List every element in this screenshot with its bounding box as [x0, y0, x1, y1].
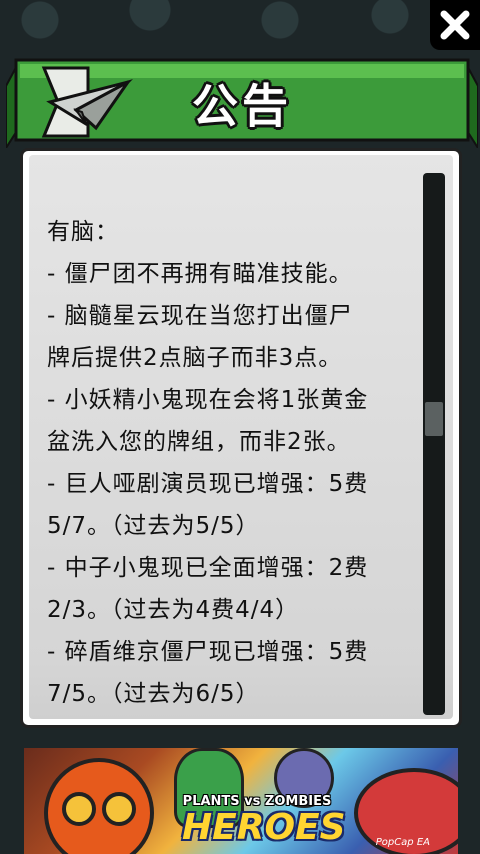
- announcement-line: - 中子小鬼现已全面增强：2费: [47, 555, 369, 581]
- ad-logo: PLANTS vs ZOMBIES HEROES: [182, 794, 346, 848]
- announcement-text: 有脑： - 僵尸团不再拥有瞄准技能。 - 脑髓星云现在当您打出僵尸 牌后提供2点…: [47, 211, 417, 715]
- announcement-line: 2/3。（过去为4费4/4）: [47, 597, 300, 623]
- scrollbar[interactable]: [423, 173, 445, 715]
- announcement-panel: 有脑： - 僵尸团不再拥有瞄准技能。 - 脑髓星云现在当您打出僵尸 牌后提供2点…: [20, 148, 462, 728]
- dialog-title: 公告: [192, 79, 292, 133]
- close-button[interactable]: [430, 0, 480, 50]
- ad-publisher: PopCap EA: [375, 837, 430, 848]
- announcement-line: - 僵尸团不再拥有瞄准技能。: [47, 261, 353, 287]
- close-icon: [440, 10, 470, 40]
- ad-goggle-left: [62, 792, 96, 826]
- ad-character-art: [44, 758, 154, 854]
- ad-goggle-right: [102, 792, 136, 826]
- announcement-line: 7/5。（过去为6/5）: [47, 681, 260, 707]
- announcement-line: 有脑：: [47, 219, 119, 245]
- announcement-line: 5/7。（过去为5/5）: [47, 513, 260, 539]
- announcement-line: - 巨人哑剧演员现已增强：5费: [47, 471, 369, 497]
- ad-banner[interactable]: PLANTS vs ZOMBIES HEROES PopCap EA: [24, 748, 458, 854]
- title-banner: 公告: [6, 56, 478, 148]
- announcement-body[interactable]: 有脑： - 僵尸团不再拥有瞄准技能。 - 脑髓星云现在当您打出僵尸 牌后提供2点…: [29, 155, 453, 719]
- scrollbar-thumb[interactable]: [425, 401, 443, 436]
- announcement-line: - 脑髓星云现在当您打出僵尸: [47, 303, 353, 329]
- announcement-line: 牌后提供2点脑子而非3点。: [47, 345, 343, 371]
- ad-title: HEROES: [182, 807, 346, 848]
- announcement-line: - 碎盾维京僵尸现已增强：5费: [47, 639, 369, 665]
- announcement-line: 盆洗入您的牌组，而非2张。: [47, 429, 351, 455]
- announcement-line: - 小妖精小鬼现在会将1张黄金: [47, 387, 369, 413]
